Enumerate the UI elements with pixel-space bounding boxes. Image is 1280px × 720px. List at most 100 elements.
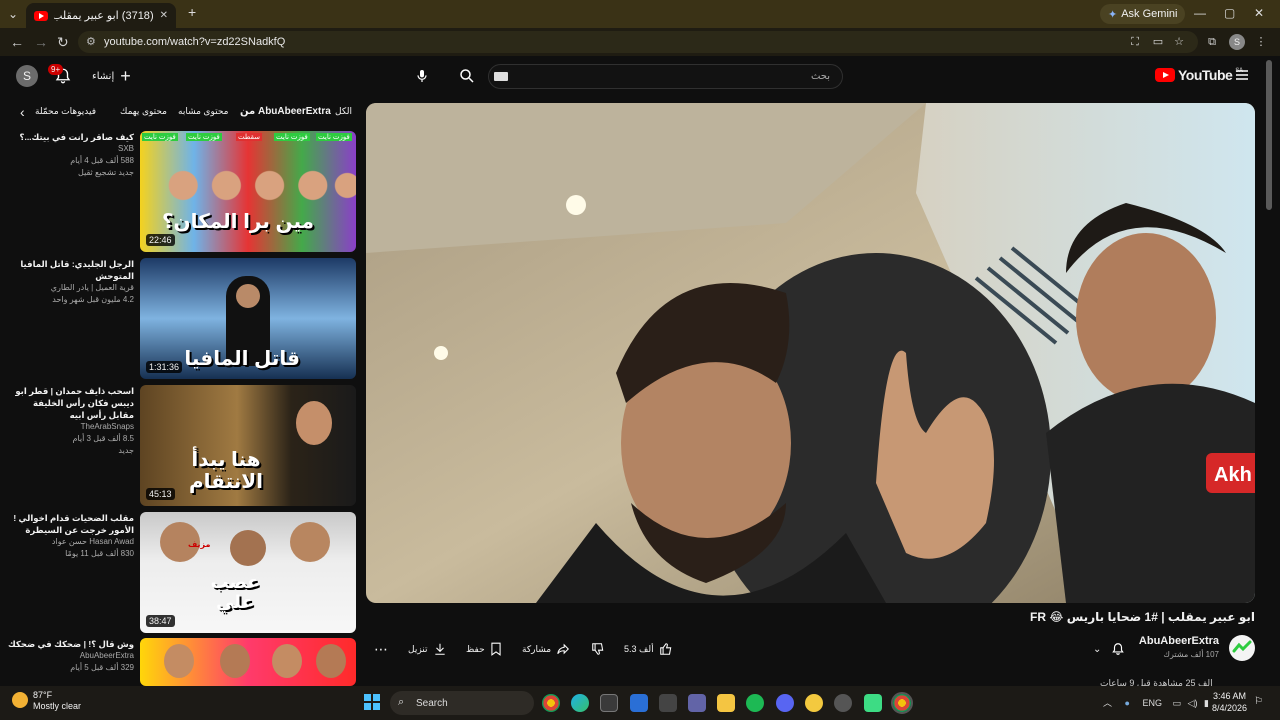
account-avatar[interactable]: S (16, 65, 38, 87)
recommendation-item[interactable]: فوزت نايت فوزت نايت سقطت فوزت نايت فوزت … (0, 131, 360, 253)
chip-downloaded[interactable]: فيديوهات محمّلة (35, 106, 96, 117)
chip-from-channel[interactable]: من AbuAbeerExtra (240, 106, 331, 117)
chip-for-you[interactable]: محتوى يهمك (120, 106, 167, 117)
plus-icon: + (120, 66, 131, 86)
guide-menu-icon[interactable] (1236, 69, 1248, 81)
site-info-icon[interactable]: ⚙ (86, 35, 96, 48)
video-thumbnail[interactable]: قاتل المافيا 1:31:36 (140, 258, 356, 379)
recommendation-item[interactable]: قاتل المافيا 1:31:36 الرجل الجليدي: قاتل… (0, 258, 360, 380)
recommendation-item[interactable]: مزيف عصب علي 38:47 مقلب الضحيات قدام اخو… (0, 512, 360, 634)
video-thumbnail[interactable] (140, 638, 356, 686)
mic-tray-icon[interactable]: ● (1125, 698, 1130, 708)
video-title-heading: ابو عبير يمقلب | #1 ضحايا باريس 😂 FR (1030, 610, 1255, 624)
language-indicator[interactable]: ENG (1142, 698, 1162, 708)
dislike-button[interactable] (591, 640, 605, 658)
video-title[interactable]: الرجل الجليدي: قاتل المافيا المتوحش (6, 258, 134, 282)
weather-widget[interactable]: 87°F Mostly clear (12, 690, 81, 712)
teams-taskbar-icon[interactable] (688, 694, 706, 712)
browser-profile-avatar[interactable]: S (1229, 34, 1245, 50)
browser-tab[interactable]: (3718) ابو عبير يمقلب #1 | ضـ ✕ (26, 3, 176, 28)
youtube-header: S 9+ إنشاء + بحث YouTube SA (0, 56, 1280, 98)
video-title[interactable]: وش قال ؟! | ضحكك في ضحكك (6, 638, 134, 650)
more-actions-icon[interactable]: ⋯ (374, 640, 388, 658)
store-taskbar-icon[interactable] (600, 694, 618, 712)
file-explorer-taskbar-icon[interactable] (717, 694, 735, 712)
network-icon[interactable]: ▭ (1173, 698, 1182, 708)
voice-search-mic-icon[interactable] (414, 67, 430, 85)
new-tab-icon[interactable]: + (188, 4, 196, 20)
reload-icon[interactable]: ↻ (57, 34, 69, 51)
taskbar-search-label: Search (416, 697, 448, 709)
notification-center-icon[interactable]: ⚐ (1254, 696, 1263, 707)
download-button[interactable]: تنزيل (408, 640, 447, 658)
app-taskbar-icon[interactable] (659, 694, 677, 712)
page-scrollbar[interactable] (1266, 60, 1272, 210)
save-button[interactable]: حفظ (466, 640, 502, 658)
cast-icon[interactable]: ▭ (1151, 35, 1165, 49)
video-thumbnail[interactable]: مزيف عصب علي 38:47 (140, 512, 356, 633)
tab-close-icon[interactable]: ✕ (160, 10, 168, 21)
windows-start-icon[interactable] (364, 694, 380, 710)
chrome-taskbar-icon[interactable] (542, 694, 560, 712)
app-taskbar-icon[interactable] (864, 694, 882, 712)
youtube-logo[interactable]: YouTube SA (1155, 67, 1243, 83)
channel-name[interactable]: AbuAbeerExtra (1139, 635, 1219, 647)
battery-icon[interactable]: ▮ (1204, 698, 1209, 708)
share-button[interactable]: مشاركة (522, 640, 570, 658)
tray-overflow-icon[interactable]: ︿ (1103, 698, 1112, 708)
ask-gemini-button[interactable]: ✦ Ask Gemini (1100, 4, 1186, 24)
video-frame: Akh (366, 103, 1255, 603)
search-icon[interactable] (458, 67, 476, 85)
channel-name[interactable]: SXB (6, 143, 134, 155)
chevron-down-icon[interactable]: ⌄ (1093, 644, 1101, 655)
translate-icon[interactable]: ⛶ (1128, 35, 1142, 49)
thumbnail-caption: قاتل المافيا (184, 348, 300, 370)
like-button[interactable]: 5.3 ألف (624, 640, 673, 658)
close-window-icon[interactable]: ✕ (1254, 6, 1264, 20)
tab-search-icon[interactable]: ⌄ (8, 7, 18, 21)
channel-name[interactable]: Hasan Awad حسن عواد (6, 536, 134, 548)
app-taskbar-icon[interactable] (805, 694, 823, 712)
video-player[interactable]: Akh (366, 103, 1255, 603)
extensions-icon[interactable]: ⧉ (1205, 35, 1219, 49)
video-title[interactable]: اسحب ذايف حمدان | قطر ابو ديبس فكان رأس … (6, 385, 134, 421)
edge-taskbar-icon[interactable] (571, 694, 589, 712)
chip-related[interactable]: محتوى مشابه (178, 106, 228, 117)
chip-all[interactable]: الكل (335, 106, 352, 117)
volume-icon[interactable]: ◁) (1188, 698, 1198, 708)
channel-name[interactable]: TheArabSnaps (6, 421, 134, 433)
channel-avatar[interactable] (1229, 635, 1255, 661)
spotify-taskbar-icon[interactable] (746, 694, 764, 712)
search-input[interactable]: بحث (488, 64, 843, 89)
channel-name[interactable]: قرية العميل | يادر الطاري (6, 282, 134, 294)
view-count: 830 ألف قبل 11 يومًا (65, 549, 134, 558)
clock[interactable]: 3:46 AM 8/4/2026 (1212, 690, 1247, 714)
video-thumbnail[interactable]: فوزت نايت فوزت نايت سقطت فوزت نايت فوزت … (140, 131, 356, 252)
recommendation-item[interactable]: هنا يبدأ الانتقام 45:13 اسحب ذايف حمدان … (0, 385, 360, 507)
back-icon[interactable]: ← (10, 34, 24, 50)
outlook-taskbar-icon[interactable] (630, 694, 648, 712)
subscription-bell-icon[interactable] (1111, 642, 1125, 656)
chrome-active-taskbar-icon[interactable] (891, 692, 913, 714)
channel-name[interactable]: AbuAbeerExtra (6, 650, 134, 662)
download-icon (434, 643, 445, 655)
maximize-icon[interactable]: ▢ (1224, 6, 1235, 20)
video-thumbnail[interactable]: هنا يبدأ الانتقام 45:13 (140, 385, 356, 506)
keyboard-icon[interactable] (494, 72, 508, 81)
forward-icon[interactable]: → (34, 34, 48, 50)
address-bar[interactable]: ⚙ youtube.com/watch?v=zd22SNadkfQ (78, 31, 1198, 53)
create-button[interactable]: إنشاء + (92, 66, 131, 86)
browser-menu-icon[interactable]: ⋮ (1254, 35, 1268, 49)
thumbnail-tag: فوزت نايت (274, 133, 310, 141)
recommendation-item[interactable]: وش قال ؟! | ضحكك في ضحكك AbuAbeerExtra 3… (0, 638, 360, 686)
minimize-icon[interactable]: — (1194, 6, 1206, 20)
video-title[interactable]: كيف صاقر رانت في بيتك...؟ (6, 131, 134, 143)
chips-scroll-left-icon[interactable]: ‹ (20, 104, 25, 120)
video-title[interactable]: مقلب الضحيات قدام اخوالي ! الأمور خرجت ع… (6, 512, 134, 536)
create-label: إنشاء (92, 70, 115, 82)
app-taskbar-icon[interactable] (834, 694, 852, 712)
taskbar-search-box[interactable]: ⌕ Search (390, 691, 534, 715)
bookmark-star-icon[interactable]: ☆ (1172, 35, 1186, 49)
thumbnail-tag: سقطت (236, 133, 263, 141)
discord-taskbar-icon[interactable] (776, 694, 794, 712)
